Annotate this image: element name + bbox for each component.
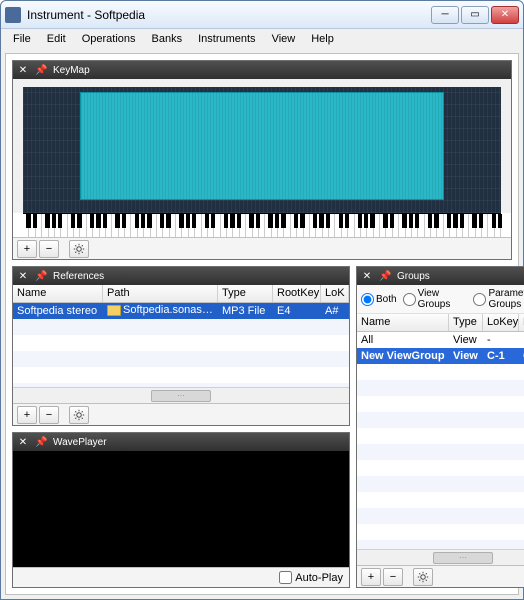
window-title: Instrument - Softpedia <box>27 8 431 22</box>
ref-rootkey: E4 <box>273 305 321 317</box>
keymap-title: KeyMap <box>53 65 90 76</box>
keymap-body[interactable] <box>13 79 511 213</box>
groups-title: Groups <box>397 271 430 282</box>
col-lokey[interactable]: LoKey <box>483 314 519 331</box>
menu-help[interactable]: Help <box>303 31 342 47</box>
remove-button[interactable]: − <box>383 568 403 586</box>
col-type[interactable]: Type <box>449 314 483 331</box>
add-button[interactable]: + <box>17 240 37 258</box>
references-columns[interactable]: Name Path Type RootKey LoK <box>13 285 349 303</box>
groups-columns[interactable]: Name Type LoKey HiKey Lo <box>357 314 524 332</box>
ref-name: Softpedia stereo <box>13 305 103 317</box>
app-icon <box>5 7 21 23</box>
menu-view[interactable]: View <box>264 31 304 47</box>
gear-icon[interactable] <box>69 406 89 424</box>
app-window: Instrument - Softpedia ─ ▭ ✕ File Edit O… <box>0 0 524 600</box>
gear-icon[interactable] <box>413 568 433 586</box>
remove-button[interactable]: − <box>39 406 59 424</box>
ref-type: MP3 File <box>218 305 273 317</box>
keymap-panel: ✕ 📌 KeyMap document.write(Array.from({le… <box>12 60 512 260</box>
keymap-canvas[interactable] <box>23 87 501 213</box>
groups-filter: Both View Groups Parameter Groups <box>357 285 524 314</box>
remove-button[interactable]: − <box>39 240 59 258</box>
menu-file[interactable]: File <box>5 31 39 47</box>
keymap-region[interactable] <box>80 92 443 200</box>
add-button[interactable]: + <box>17 406 37 424</box>
close-icon[interactable]: ✕ <box>17 65 29 76</box>
references-panel: ✕ 📌 References Name Path Type RootKey Lo… <box>12 266 350 426</box>
piano-keyboard[interactable]: document.write(Array.from({length:75},(_… <box>23 213 501 237</box>
references-toolbar: + − <box>13 403 349 425</box>
reference-row[interactable]: Softpedia stereo Softpedia.sonass▾ MP3 F… <box>13 303 349 319</box>
pin-icon[interactable]: 📌 <box>35 65 47 76</box>
pin-icon[interactable]: 📌 <box>35 271 47 282</box>
radio-parameter-groups[interactable]: Parameter Groups <box>473 288 524 310</box>
col-path[interactable]: Path <box>103 285 218 302</box>
groups-panel: ✕ 📌 Groups Both View Groups Parameter Gr… <box>356 266 524 588</box>
autoplay-input[interactable] <box>279 571 292 584</box>
maximize-button[interactable]: ▭ <box>461 6 489 24</box>
ref-path: Softpedia.sonass▾ <box>103 304 218 318</box>
group-row[interactable]: All View - <box>357 332 524 348</box>
radio-view-groups[interactable]: View Groups <box>403 288 468 310</box>
col-type[interactable]: Type <box>218 285 273 302</box>
references-body: Name Path Type RootKey LoK Softpedia ste… <box>13 285 349 403</box>
waveplayer-header[interactable]: ✕ 📌 WavePlayer <box>13 433 349 451</box>
references-header[interactable]: ✕ 📌 References <box>13 267 349 285</box>
radio-both[interactable]: Both <box>361 293 397 306</box>
groups-toolbar: + − <box>357 565 524 587</box>
close-icon[interactable]: ✕ <box>17 437 29 448</box>
group-row[interactable]: New ViewGroup View C-1 G9 0 <box>357 348 524 364</box>
pin-icon[interactable]: 📌 <box>379 271 391 282</box>
references-title: References <box>53 271 104 282</box>
close-icon[interactable]: ✕ <box>361 271 373 282</box>
menu-operations[interactable]: Operations <box>74 31 144 47</box>
worksurface: ✕ 📌 KeyMap document.write(Array.from({le… <box>5 53 519 595</box>
col-name[interactable]: Name <box>357 314 449 331</box>
col-name[interactable]: Name <box>13 285 103 302</box>
titlebar[interactable]: Instrument - Softpedia ─ ▭ ✕ <box>1 1 523 29</box>
menu-edit[interactable]: Edit <box>39 31 74 47</box>
add-button[interactable]: + <box>361 568 381 586</box>
waveplayer-title: WavePlayer <box>53 437 107 448</box>
pin-icon[interactable]: 📌 <box>35 437 47 448</box>
groups-hscroll[interactable]: ··· <box>357 549 524 565</box>
ref-lok: A# <box>321 305 349 317</box>
col-hikey[interactable]: HiKey <box>519 314 524 331</box>
keymap-toolbar: + − <box>13 237 511 259</box>
close-button[interactable]: ✕ <box>491 6 519 24</box>
menubar: File Edit Operations Banks Instruments V… <box>1 29 523 49</box>
keymap-header[interactable]: ✕ 📌 KeyMap <box>13 61 511 79</box>
groups-header[interactable]: ✕ 📌 Groups <box>357 267 524 285</box>
close-icon[interactable]: ✕ <box>17 271 29 282</box>
scroll-thumb[interactable]: ··· <box>151 390 211 402</box>
references-hscroll[interactable]: ··· <box>13 387 349 403</box>
scroll-thumb[interactable]: ··· <box>433 552 493 564</box>
groups-body: Name Type LoKey HiKey Lo All View - <box>357 314 524 565</box>
col-rootkey[interactable]: RootKey <box>273 285 321 302</box>
gear-icon[interactable] <box>69 240 89 258</box>
autoplay-checkbox[interactable]: Auto-Play <box>279 571 343 584</box>
menu-instruments[interactable]: Instruments <box>190 31 263 47</box>
folder-icon <box>107 305 121 316</box>
waveplayer-panel: ✕ 📌 WavePlayer Auto-Play <box>12 432 350 588</box>
minimize-button[interactable]: ─ <box>431 6 459 24</box>
col-lok[interactable]: LoK <box>321 285 349 302</box>
menu-banks[interactable]: Banks <box>144 31 191 47</box>
waveplayer-body[interactable] <box>13 451 349 567</box>
waveplayer-footer: Auto-Play <box>13 567 349 587</box>
